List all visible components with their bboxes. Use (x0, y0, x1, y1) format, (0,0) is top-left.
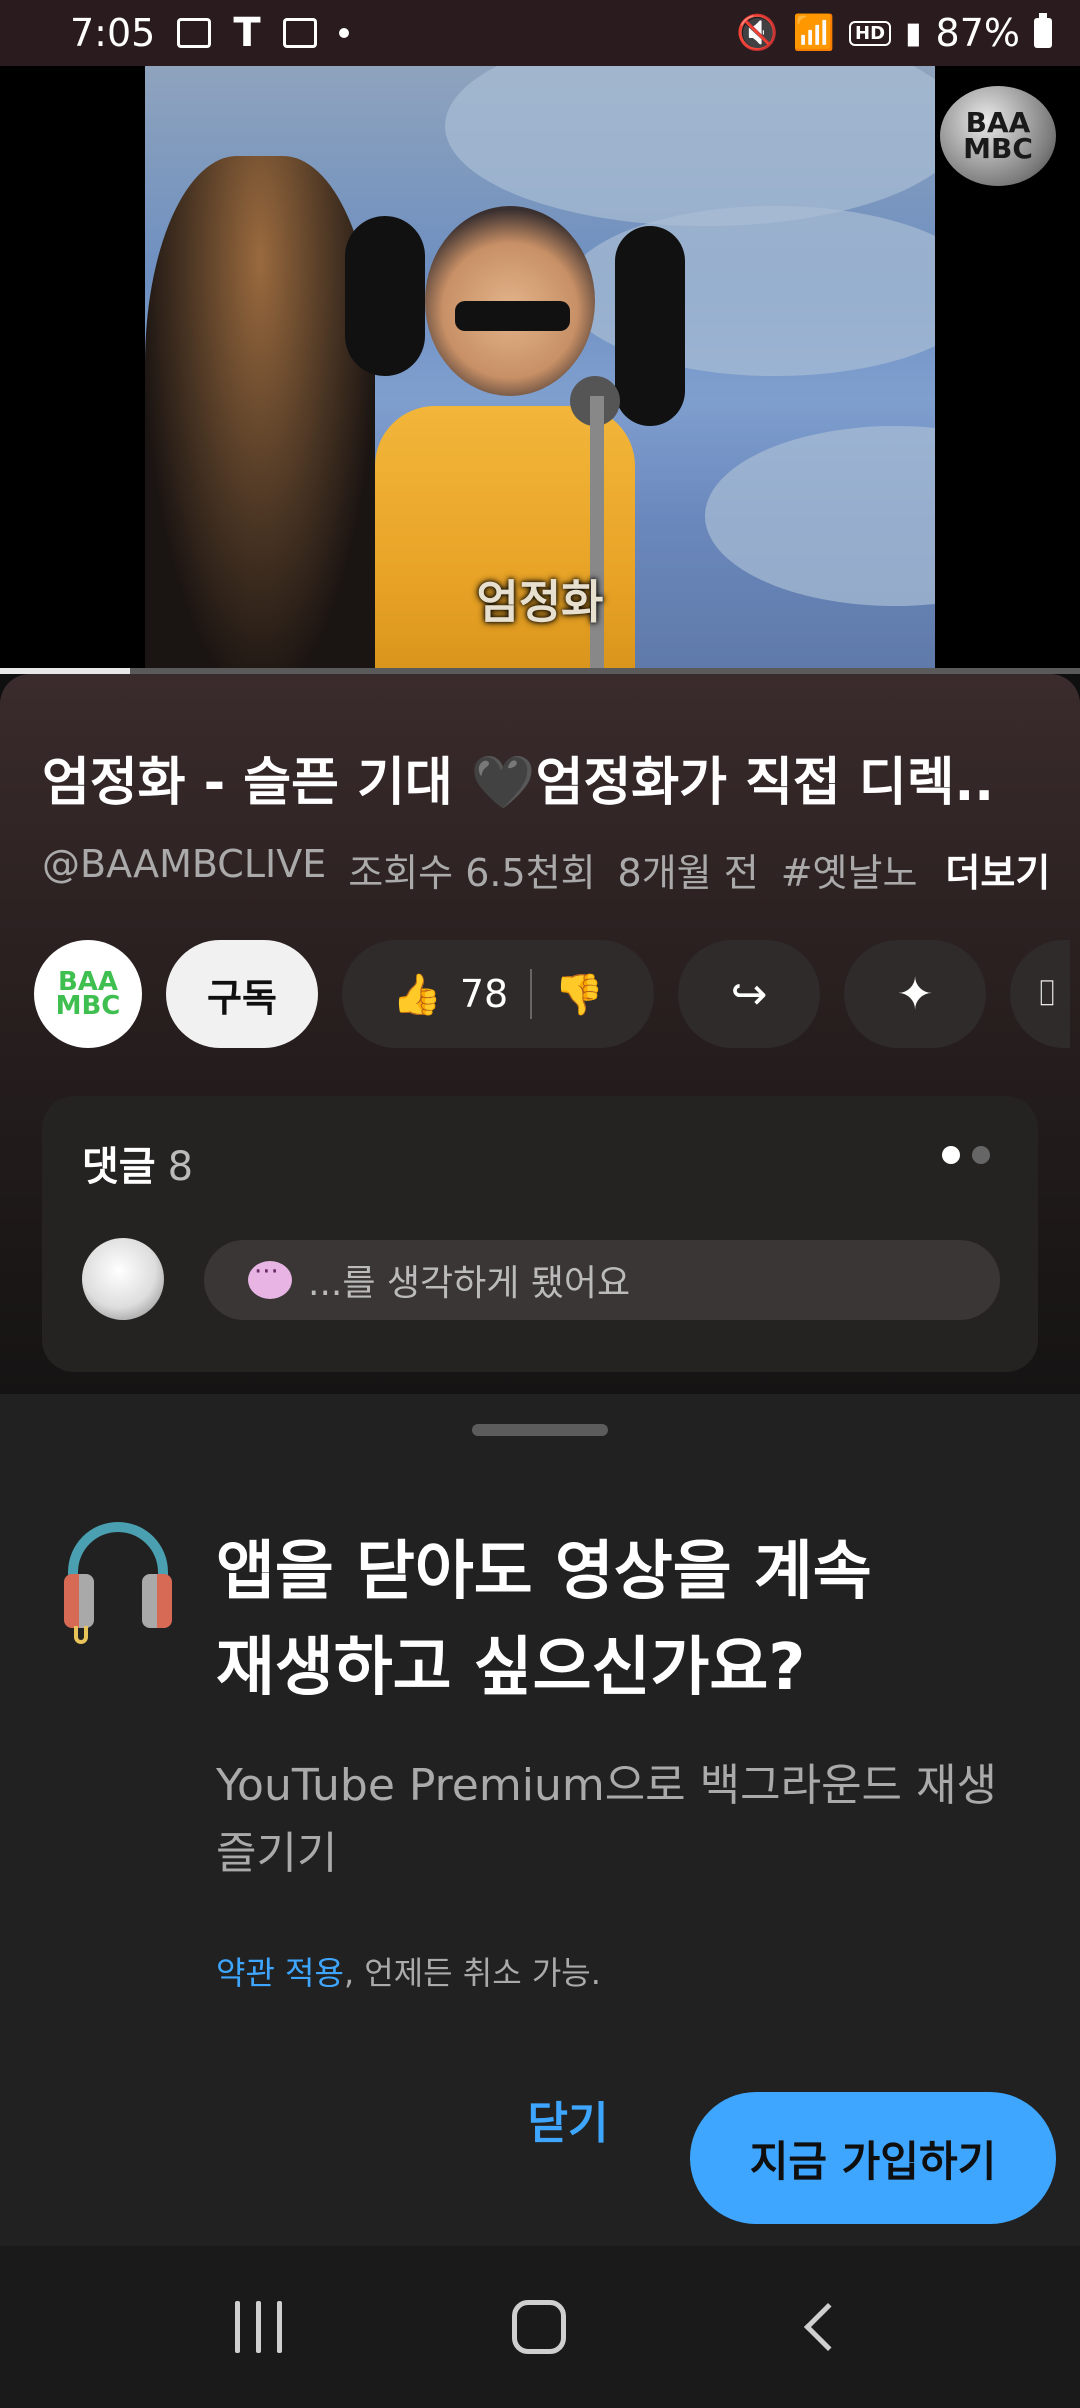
upload-age: 8개월 전 (617, 851, 759, 895)
comments-pager-dots (942, 1146, 990, 1164)
thumbs-down-icon: 👎 (554, 971, 604, 1018)
sheet-subtitle: YouTube Premium으로 백그라운드 재생 즐기기 (216, 1760, 997, 1879)
more-button[interactable]: 더보기 (945, 842, 1050, 897)
like-count: 78 (459, 972, 509, 1016)
action-bar: BAA MBC 구독 👍 78 👎 ↪ ✦ ⌷ (34, 940, 1070, 1048)
like-dislike-group: 👍 78 👎 (342, 940, 654, 1048)
headphones-cord (74, 1626, 88, 1644)
video-frame: 엄정화 (145, 66, 935, 670)
status-bar-left: 7:05 T (70, 10, 349, 56)
commenter-avatar (82, 1238, 164, 1320)
video-meta[interactable]: @BAAMBCLIVE 조회수 6.5천회 8개월 전 #옛날노 더보기 (42, 842, 1050, 897)
performer-sunglasses (455, 301, 570, 331)
recent-apps-button[interactable] (235, 2301, 283, 2353)
battery-icon (1034, 13, 1052, 48)
dot-icon (338, 28, 349, 38)
recent-apps-icon-bar (256, 2301, 262, 2353)
sheet-title-line1: 앱을 닫아도 영상을 계속 (216, 1535, 872, 1609)
gallery-icon (177, 18, 212, 48)
hd-voice-icon: HD (849, 20, 892, 46)
save-icon: ⌷ (1036, 973, 1058, 1014)
performer-glove (345, 216, 425, 376)
back-button[interactable] (803, 2302, 852, 2352)
sheet-title: 앱을 닫아도 영상을 계속 재생하고 싶으신가요? (216, 1524, 1016, 1716)
headphones-left-cup (64, 1574, 94, 1628)
channel-avatar[interactable]: BAA MBC (34, 940, 142, 1048)
channel-watermark-logo: BAA MBC (940, 86, 1056, 186)
premium-promo-sheet: 앱을 닫아도 영상을 계속 재생하고 싶으신가요? YouTube Premiu… (0, 1394, 1080, 2246)
pager-dot-active (942, 1146, 960, 1164)
thumbs-up-icon: 👍 (392, 971, 442, 1018)
close-button[interactable]: 닫기 (510, 2078, 626, 2160)
comment-preview-text: ...를 생각하게 됐어요 (308, 1263, 631, 1304)
video-caption: 엄정화 (476, 575, 604, 629)
sheet-drag-handle[interactable] (472, 1424, 608, 1436)
calendar-icon (282, 18, 317, 48)
video-title[interactable]: 엄정화 - 슬픈 기대 🖤엄정화가 직접 디렉.. (42, 740, 1052, 815)
signal-icon: ▮ (905, 15, 922, 51)
system-nav-bar (0, 2246, 1080, 2408)
battery-text: 87% (935, 11, 1020, 55)
terms-line: 약관 적용, 언제든 취소 가능. (216, 1948, 601, 1994)
comments-label: 댓글 (82, 1144, 156, 1190)
share-button[interactable]: ↪ (678, 940, 820, 1048)
hashtag: #옛날노 (780, 851, 918, 895)
channel-handle: @BAAMBCLIVE (42, 842, 327, 886)
video-info-panel: 엄정화 - 슬픈 기대 🖤엄정화가 직접 디렉.. @BAAMBCLIVE 조회… (0, 674, 1080, 1394)
recent-apps-icon-bar (235, 2301, 241, 2353)
comment-preview[interactable]: ...를 생각하게 됐어요 (204, 1240, 1000, 1320)
headphones-icon (64, 1522, 172, 1644)
like-divider (530, 969, 533, 1019)
chat-bubble-icon (248, 1257, 292, 1299)
ask-ai-button[interactable]: ✦ (844, 940, 986, 1048)
view-count: 조회수 6.5천회 (348, 851, 596, 895)
like-button[interactable]: 👍 78 (392, 971, 508, 1018)
comments-count: 8 (167, 1144, 194, 1190)
sheet-title-line2: 재생하고 싶으신가요? (216, 1631, 806, 1705)
comments-section[interactable]: 댓글8 ...를 생각하게 됐어요 (42, 1096, 1038, 1372)
text-t-icon: T (233, 10, 261, 56)
dislike-button[interactable]: 👎 (554, 971, 604, 1018)
status-bar-right: 🔇 📶 HD ▮ 87% (736, 11, 1052, 55)
performer-glove (615, 226, 685, 426)
home-button[interactable] (512, 2300, 567, 2354)
recent-apps-icon-bar (277, 2301, 283, 2353)
terms-text: , 언제든 취소 가능. (343, 1954, 601, 1992)
terms-link[interactable]: 약관 적용 (216, 1954, 344, 1992)
comments-header: 댓글 8 (82, 1134, 193, 1192)
subscribe-button[interactable]: 구독 (166, 940, 318, 1048)
status-time: 7:05 (70, 11, 156, 55)
video-player[interactable]: 엄정화 BAA MBC (0, 66, 1080, 670)
stage-backdrop-wave (445, 66, 935, 226)
mute-icon: 🔇 (736, 13, 779, 53)
sparkle-icon: ✦ (896, 968, 934, 1020)
wifi-icon: 📶 (792, 13, 835, 53)
pager-dot (972, 1146, 990, 1164)
join-now-button[interactable]: 지금 가입하기 (690, 2092, 1056, 2224)
save-button-partial[interactable]: ⌷ (1010, 940, 1070, 1048)
headphones-right-cup (142, 1574, 172, 1628)
share-icon: ↪ (730, 968, 768, 1020)
status-bar: 7:05 T 🔇 📶 HD ▮ 87% (0, 0, 1080, 66)
